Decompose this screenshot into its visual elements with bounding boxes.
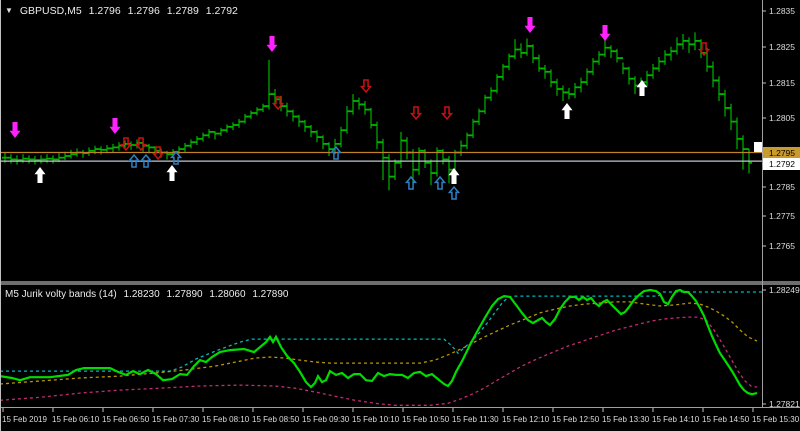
time-axis-label: 15 Feb 14:10 <box>652 415 700 424</box>
mt4-chart-window: 1.2835 1.2825 1.2815 1.2805 1.2795 1.2792 1.27… <box>0 0 800 431</box>
time-axis-label: 15 Feb 12:50 <box>552 415 600 424</box>
symbol-ohlc-line: ▼ GBPUSD,M5 1.2796 1.2796 1.2789 1.2792 <box>5 5 242 17</box>
price-axis-label: 1.28249 <box>769 285 800 295</box>
price-axis-label: 1.2775 <box>769 211 795 221</box>
time-axis-label: 15 Feb 14:50 <box>702 415 750 424</box>
indicator-value-middle: 1.28060 <box>209 289 246 300</box>
open-value: 1.2796 <box>88 5 121 17</box>
indicator-value-upper: 1.28230 <box>123 289 160 300</box>
chart-canvas[interactable]: 1.28351.28251.28151.28051.27951.27921.27… <box>0 0 800 431</box>
time-axis-label: 15 Feb 11:30 <box>452 415 499 424</box>
symbol-dropdown-icon[interactable]: ▼ <box>5 6 13 15</box>
price-axis-label: 1.2825 <box>769 42 795 52</box>
current-price-marker <box>754 142 762 152</box>
main-plot-area[interactable] <box>0 0 762 281</box>
time-axis-label: 15 Feb 06:50 <box>102 415 150 424</box>
time-axis-label: 15 Feb 12:10 <box>502 415 550 424</box>
time-axis-label: 15 Feb 2019 <box>2 415 47 424</box>
indicator-value-lower: 1.27890 <box>166 289 203 300</box>
indicator-label-line: M5 Jurik volty bands (14) 1.28230 1.2789… <box>5 289 292 300</box>
close-value: 1.2792 <box>205 5 238 17</box>
panel-divider[interactable] <box>0 281 800 285</box>
time-axis-label: 15 Feb 09:30 <box>302 415 350 424</box>
price-axis-label: 1.2815 <box>769 78 795 88</box>
symbol-label: GBPUSD,M5 <box>19 5 82 17</box>
indicator-name: M5 Jurik volty bands (14) <box>5 289 117 300</box>
time-axis-label: 15 Feb 10:50 <box>402 415 450 424</box>
time-axis-label: 15 Feb 07:30 <box>152 415 200 424</box>
window-left-border <box>0 0 1 431</box>
price-axis-label: 1.2765 <box>769 241 795 251</box>
time-axis-label: 15 Feb 10:10 <box>352 415 400 424</box>
low-value: 1.2789 <box>166 5 199 17</box>
price-axis-label: 1.2835 <box>769 6 795 16</box>
price-axis-label: 1.27821 <box>769 399 800 409</box>
time-axis-label: 15 Feb 08:50 <box>252 415 300 424</box>
price-axis-label: 1.2805 <box>769 113 795 123</box>
price-axis-label: 1.2792 <box>769 159 795 169</box>
high-value: 1.2796 <box>127 5 160 17</box>
price-axis-label: 1.2785 <box>769 182 795 192</box>
time-axis-label: 15 Feb 08:10 <box>202 415 250 424</box>
time-axis-label: 15 Feb 06:10 <box>52 415 100 424</box>
time-axis-label: 15 Feb 13:30 <box>602 415 650 424</box>
price-axis-label: 1.2795 <box>769 148 795 158</box>
indicator-value-jurik: 1.27890 <box>252 289 289 300</box>
time-axis-label: 15 Feb 15:30 <box>752 415 800 424</box>
